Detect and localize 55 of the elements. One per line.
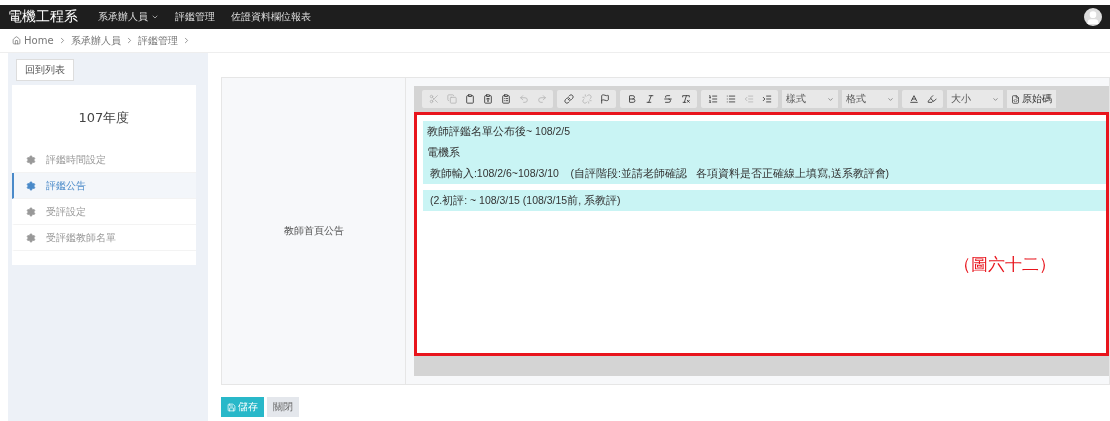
italic-icon [644, 94, 655, 104]
chevron-down-icon [887, 95, 894, 103]
text-color-icon [908, 94, 919, 104]
gear-icon [26, 154, 36, 165]
nav-link[interactable]: 佐證資料欄位報表 [231, 10, 311, 24]
link-icon [563, 94, 574, 104]
sidebar-item[interactable]: 評鑑公告 [12, 173, 196, 199]
announcement-line: 教師評鑑名單公布後~ 108/2/5 [427, 124, 572, 139]
breadcrumb-link[interactable]: Home [12, 35, 54, 46]
avatar-icon[interactable] [1084, 8, 1102, 26]
nav-link[interactable]: 評鑑管理 [175, 10, 215, 24]
style-dropdown[interactable]: 樣式 [782, 90, 838, 108]
unlink-icon [581, 94, 592, 104]
year-title: 107年度 [77, 109, 131, 127]
breadcrumb-link[interactable]: 評鑑管理 [137, 33, 178, 48]
user-icon [1085, 10, 1101, 26]
field-label: 教師首頁公告 [283, 224, 344, 238]
announcement-line: (2.初評: ~ 108/3/15 (108/3/15前, 系教評) [428, 193, 622, 208]
clipboard-icon [482, 94, 493, 104]
gear-icon [26, 206, 36, 217]
chevron-down-icon [151, 13, 159, 21]
nav-link[interactable]: 系承辦人員 [98, 10, 159, 24]
numbered-list-icon [707, 94, 718, 104]
editor-content[interactable]: 教師評鑑名單公布後~ 108/2/5 電機系 教師輸入:108/2/6~108/3/10 (自評階段:並請老師確認 各項資料是否正確線上填寫,送系教評會) (2.初評: ~ 108/3/15 (108/3/15前, 系教評) （圖六十二） [414, 112, 1109, 356]
flag-icon [599, 94, 610, 104]
highlighter-icon [926, 94, 937, 104]
announcement-line: 電機系 [427, 145, 461, 160]
file-code-icon [1011, 94, 1020, 104]
indent-icon [761, 94, 772, 104]
clear-format-icon [680, 94, 691, 104]
undo-icon [518, 94, 529, 104]
bold-icon [626, 94, 637, 104]
figure-caption: （圖六十二） [954, 253, 1056, 276]
copy-icon [446, 94, 457, 104]
scissors-icon [428, 94, 439, 104]
chevron-down-icon [827, 95, 834, 103]
announcement-line: 教師輸入:108/2/6~108/3/10 (自評階段:並請老師確認 各項資料是否正確線上填寫,送系教評會) [428, 166, 891, 181]
chevron-down-icon [992, 95, 999, 103]
close-button[interactable]: 關閉 [267, 397, 299, 417]
outdent-icon [743, 94, 754, 104]
style-dropdown[interactable]: 格式 [842, 90, 898, 108]
source-button[interactable]: 原始碼 [1007, 90, 1056, 108]
strikethrough-icon [662, 94, 673, 104]
clipboard-icon [500, 94, 511, 104]
bullet-list-icon [725, 94, 736, 104]
save-icon [227, 402, 236, 412]
back-to-list-button[interactable]: 回到列表 [16, 59, 74, 81]
redo-icon [536, 94, 547, 104]
clipboard-icon [464, 94, 475, 104]
gear-icon [26, 232, 36, 243]
breadcrumb-link[interactable]: 系承辦人員 [70, 33, 121, 48]
home-icon [12, 36, 21, 45]
site-brand[interactable]: 電機工程系 [8, 8, 78, 26]
gear-icon [26, 180, 36, 191]
style-dropdown[interactable]: 大小 [947, 90, 1003, 108]
